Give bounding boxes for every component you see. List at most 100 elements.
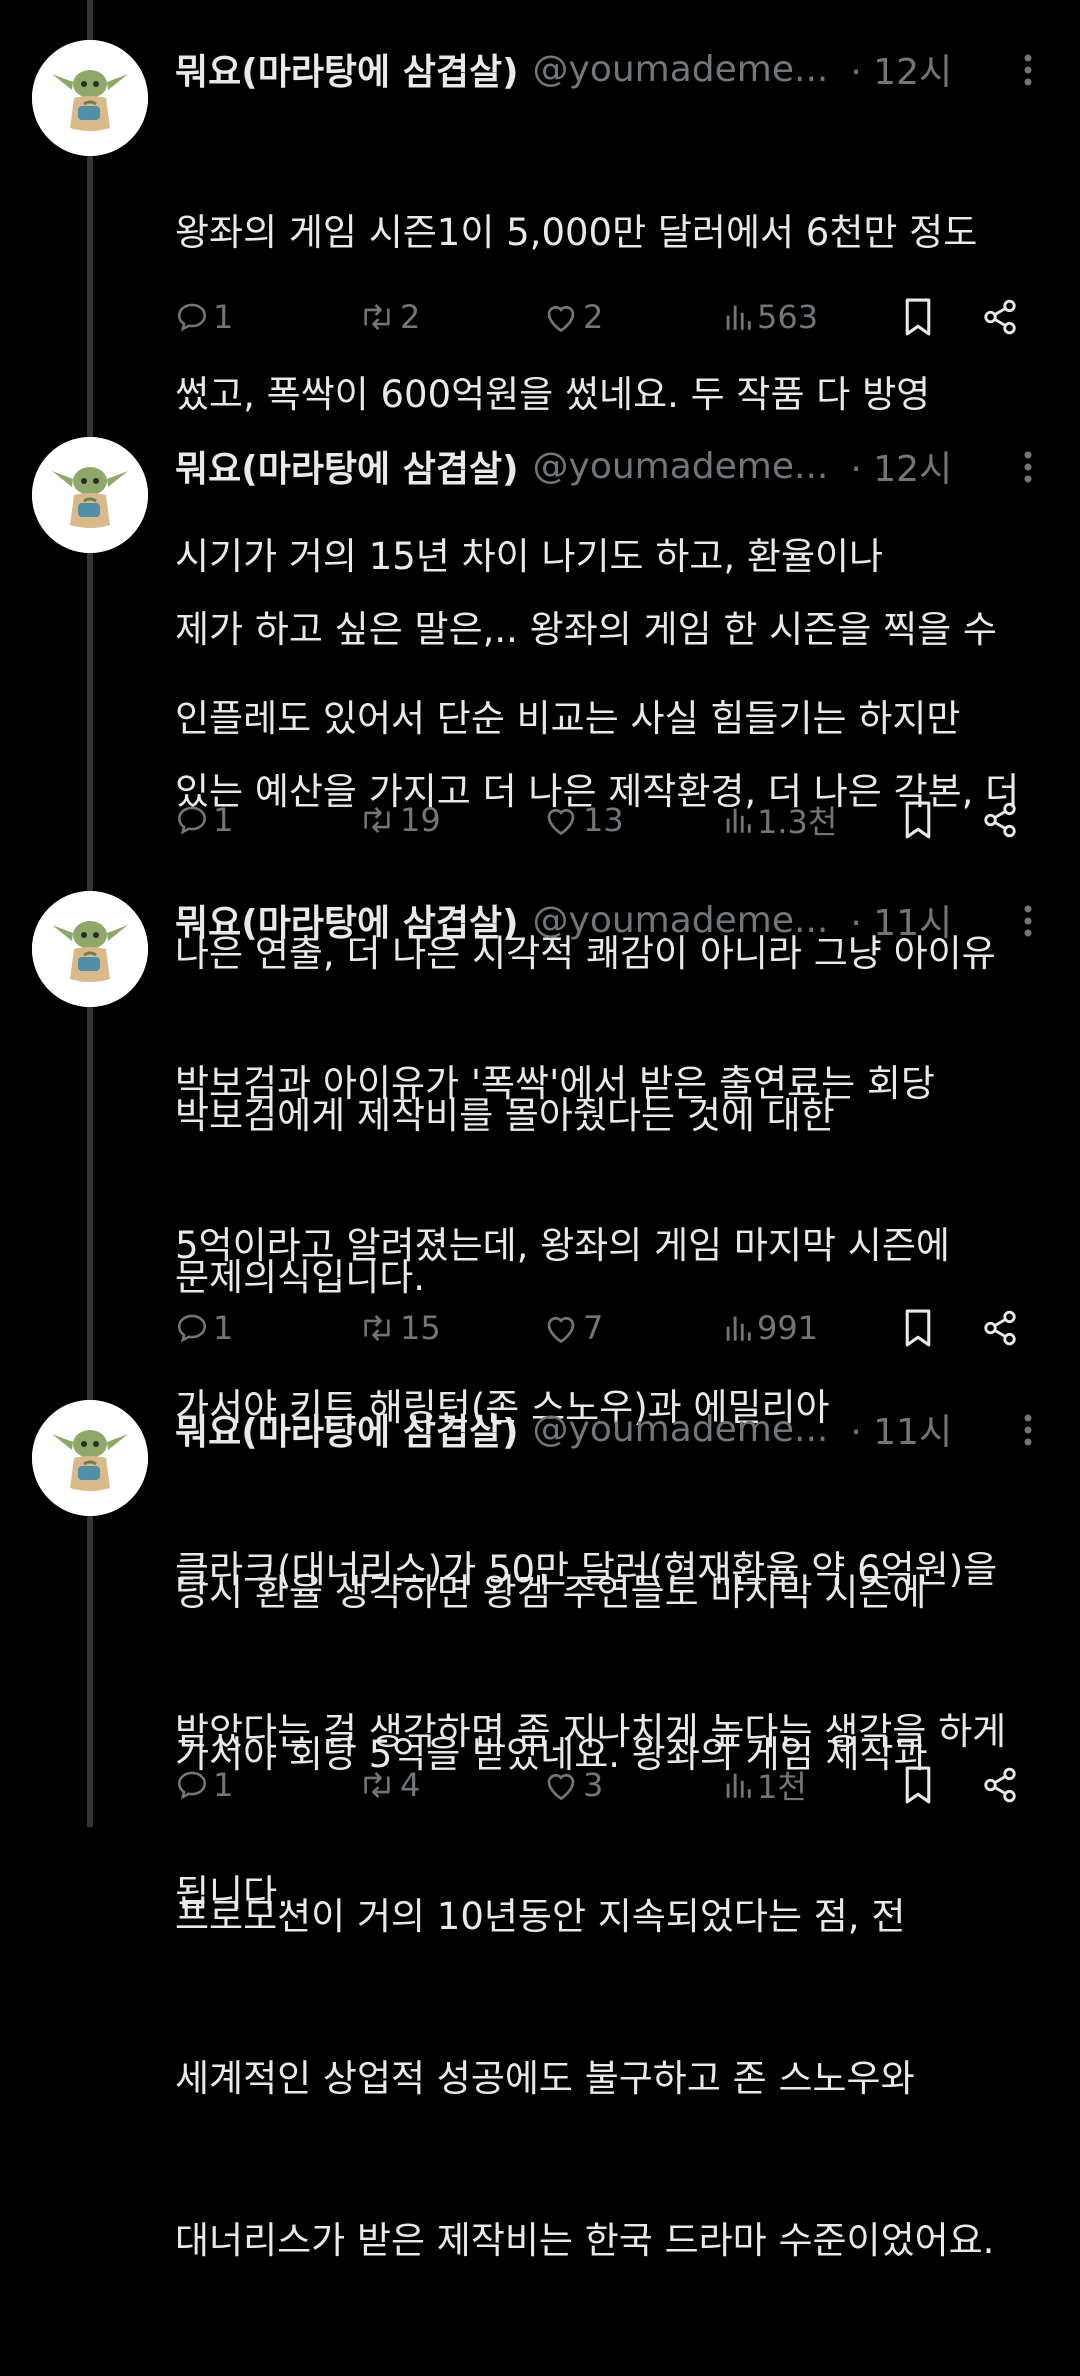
more-icon[interactable]: [1013, 901, 1043, 941]
like-button[interactable]: 2: [543, 292, 603, 342]
more-icon[interactable]: [1013, 447, 1043, 487]
retweet-button[interactable]: 15: [358, 1303, 441, 1353]
tweet-text-line: 프로모션이 거의 10년동안 지속되었다는 점, 전: [175, 1895, 906, 1938]
tweet-text: 당시 환율 생각하면 왕겜 주연들도 마지막 시즌에 가서야 회당 5억을 받았…: [175, 1458, 1045, 2376]
views-count: 1천: [757, 1768, 807, 1806]
timestamp[interactable]: · 12시: [850, 43, 952, 95]
share-icon: [981, 801, 1019, 839]
reply-icon: [175, 1768, 209, 1802]
views-count: 991: [757, 1309, 819, 1347]
tweet-body: 뭐요(마라탕에 삼겹살) @youmademe... · 11시 당시 환율 생…: [175, 1400, 1045, 2376]
views-count: 563: [757, 298, 819, 336]
tweet-actions: 1 19 13 1.3천: [175, 795, 1035, 845]
views-icon: [723, 300, 753, 334]
bookmark-button[interactable]: [902, 1760, 934, 1810]
share-icon: [981, 1766, 1019, 1804]
thread-feed: 뭐요(마라탕에 삼겹살) @youmademe... · 12시 왕좌의 게임 …: [0, 0, 1080, 2262]
reply-icon: [175, 300, 209, 334]
views-icon: [723, 803, 753, 837]
views-button[interactable]: 991: [723, 1303, 818, 1353]
retweet-button[interactable]: 2: [358, 292, 420, 342]
reply-count: 1: [213, 801, 234, 839]
avatar[interactable]: [32, 40, 148, 156]
share-icon: [981, 1309, 1019, 1347]
share-button[interactable]: [981, 1303, 1019, 1353]
reply-button[interactable]: 1: [175, 292, 233, 342]
views-icon: [723, 1311, 753, 1345]
timestamp[interactable]: · 11시: [850, 1403, 952, 1455]
timestamp[interactable]: · 12시: [850, 440, 952, 492]
retweet-count: 2: [400, 298, 421, 336]
tweet-text-line: 당시 환율 생각하면 왕겜 주연들도 마지막 시즌에: [175, 1571, 927, 1614]
share-button[interactable]: [981, 795, 1019, 845]
like-icon: [543, 1768, 579, 1802]
retweet-icon: [358, 1768, 396, 1802]
retweet-icon: [358, 1311, 396, 1345]
like-icon: [543, 1311, 579, 1345]
reply-icon: [175, 803, 209, 837]
more-icon[interactable]: [1013, 50, 1043, 90]
tweet-header: 뭐요(마라탕에 삼겹살) @youmademe... · 11시: [175, 891, 1045, 949]
reply-icon: [175, 1311, 209, 1345]
retweet-icon: [358, 300, 396, 334]
tweet-text-line: 왕좌의 게임 시즌1이 5,000만 달러에서 6천만 정도: [175, 211, 978, 254]
bookmark-icon: [902, 800, 934, 840]
tweet-header: 뭐요(마라탕에 삼겹살) @youmademe... · 12시: [175, 437, 1045, 495]
display-name[interactable]: 뭐요(마라탕에 삼겹살): [175, 440, 519, 492]
retweet-icon: [358, 803, 396, 837]
user-handle[interactable]: @youmademe...: [533, 49, 829, 90]
like-count: 2: [583, 298, 604, 336]
bookmark-button[interactable]: [902, 795, 934, 845]
retweet-button[interactable]: 19: [358, 795, 441, 845]
reply-count: 1: [213, 298, 234, 336]
tweet-text-line: 대너리스가 받은 제작비는 한국 드라마 수준이었어요.: [175, 2219, 995, 2262]
reply-button[interactable]: 1: [175, 1760, 233, 1810]
views-count: 1.3천: [757, 803, 838, 841]
tweet-actions: 1 2 2 563: [175, 292, 1035, 342]
views-button[interactable]: 563: [723, 292, 818, 342]
avatar[interactable]: [32, 891, 148, 1007]
user-handle[interactable]: @youmademe...: [533, 446, 829, 487]
display-name[interactable]: 뭐요(마라탕에 삼겹살): [175, 1403, 519, 1455]
tweet-text-line: 박보검과 아이유가 '폭싹'에서 받은 출연료는 회당: [175, 1062, 935, 1105]
retweet-button[interactable]: 4: [358, 1760, 420, 1810]
bookmark-button[interactable]: [902, 292, 934, 342]
avatar[interactable]: [32, 1400, 148, 1516]
avatar[interactable]: [32, 437, 148, 553]
like-button[interactable]: 13: [543, 795, 624, 845]
display-name[interactable]: 뭐요(마라탕에 삼겹살): [175, 43, 519, 95]
like-button[interactable]: 7: [543, 1303, 603, 1353]
bookmark-icon: [902, 1765, 934, 1805]
share-button[interactable]: [981, 1760, 1019, 1810]
display-name[interactable]: 뭐요(마라탕에 삼겹살): [175, 894, 519, 946]
more-icon[interactable]: [1013, 1410, 1043, 1450]
tweet-text-line: 제가 하고 싶은 말은,.. 왕좌의 게임 한 시즌을 찍을 수: [175, 608, 997, 651]
like-icon: [543, 803, 579, 837]
like-button[interactable]: 3: [543, 1760, 603, 1810]
tweet-text-line: 썼고, 폭싹이 600억원을 썼네요. 두 작품 다 방영: [175, 373, 931, 416]
bookmark-icon: [902, 1308, 934, 1348]
retweet-count: 19: [400, 801, 441, 839]
like-count: 13: [583, 801, 624, 839]
like-count: 3: [583, 1766, 604, 1804]
tweet-actions: 1 4 3 1천: [175, 1760, 1035, 1810]
user-handle[interactable]: @youmademe...: [533, 1409, 829, 1450]
reply-button[interactable]: 1: [175, 795, 233, 845]
reply-count: 1: [213, 1309, 234, 1347]
views-icon: [723, 1768, 753, 1802]
timestamp[interactable]: · 11시: [850, 894, 952, 946]
bookmark-icon: [902, 297, 934, 337]
share-button[interactable]: [981, 292, 1019, 342]
tweet-text-line: 5억이라고 알려졌는데, 왕좌의 게임 마지막 시즌에: [175, 1224, 950, 1267]
tweet-text-line: 세계적인 상업적 성공에도 불구하고 존 스노우와: [175, 2057, 915, 2100]
tweet-header: 뭐요(마라탕에 삼겹살) @youmademe... · 11시: [175, 1400, 1045, 1458]
views-button[interactable]: 1.3천: [723, 795, 837, 845]
retweet-count: 4: [400, 1766, 421, 1804]
user-handle[interactable]: @youmademe...: [533, 900, 829, 941]
views-button[interactable]: 1천: [723, 1760, 807, 1810]
bookmark-button[interactable]: [902, 1303, 934, 1353]
retweet-count: 15: [400, 1309, 441, 1347]
like-icon: [543, 300, 579, 334]
like-count: 7: [583, 1309, 604, 1347]
reply-button[interactable]: 1: [175, 1303, 233, 1353]
